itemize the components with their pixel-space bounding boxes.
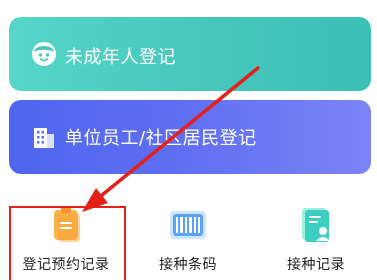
minor-registration-card[interactable]: 未成年人登记 <box>9 17 371 91</box>
child-face-icon <box>32 42 56 66</box>
unit-registration-label: 单位员工/社区居民登记 <box>65 128 257 149</box>
vaccination-barcode-label: 接种条码 <box>159 257 217 273</box>
highlight-box <box>9 206 126 280</box>
unit-registration-card[interactable]: 单位员工/社区居民登记 <box>9 100 371 174</box>
vaccination-record-label: 接种记录 <box>287 257 345 273</box>
document-person-icon <box>302 208 330 242</box>
building-icon <box>34 128 54 148</box>
barcode-icon <box>170 211 206 239</box>
vaccination-barcode-button[interactable]: 接种条码 <box>128 200 248 280</box>
minor-registration-label: 未成年人登记 <box>65 47 176 68</box>
vaccination-record-button[interactable]: 接种记录 <box>256 200 376 280</box>
